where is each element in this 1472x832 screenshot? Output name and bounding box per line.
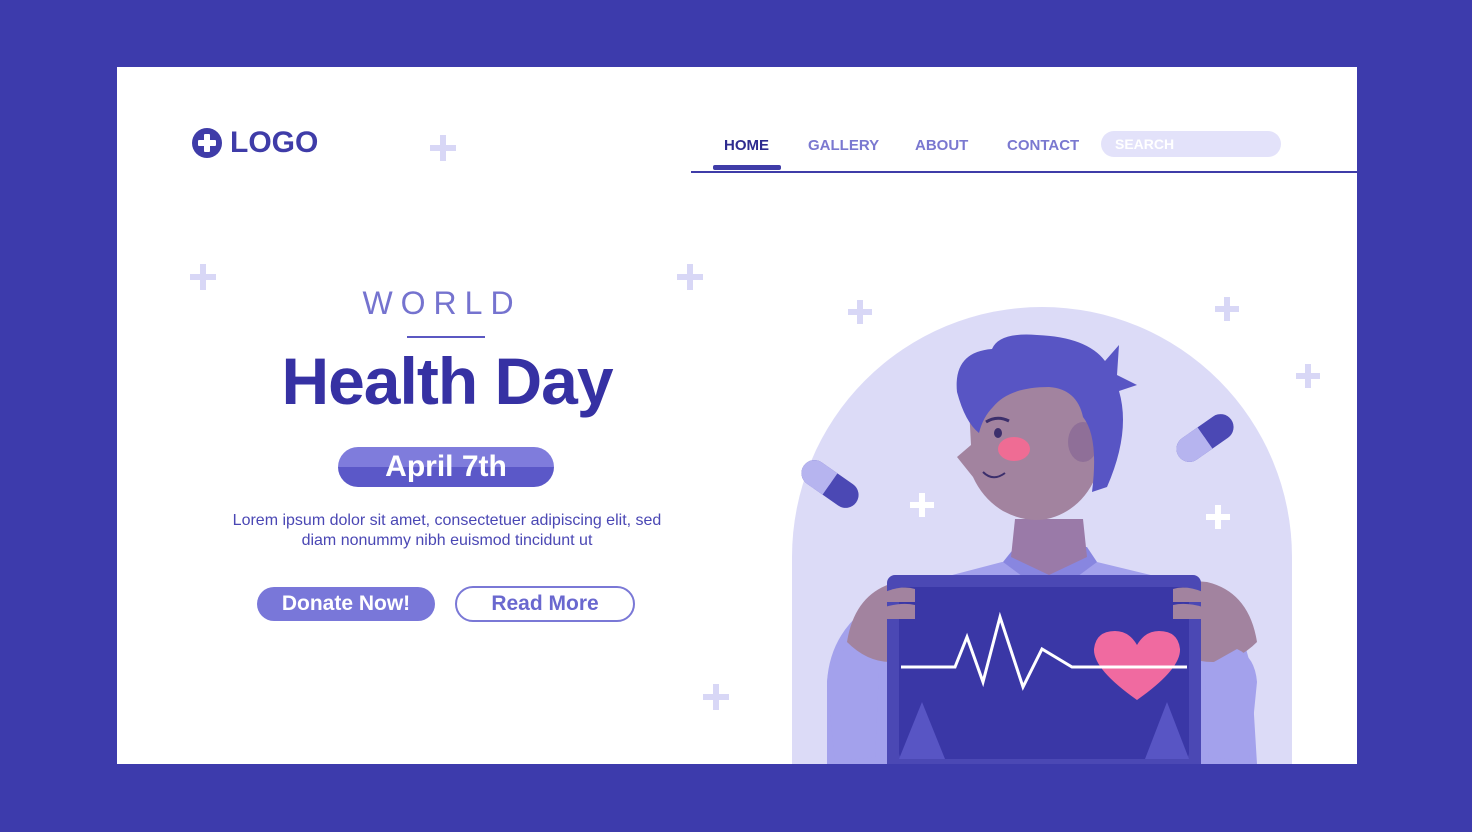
donate-button[interactable]: Donate Now! xyxy=(257,587,435,621)
hero-description: Lorem ipsum dolor sit amet, consectetuer… xyxy=(232,512,662,549)
health-illustration xyxy=(792,297,1320,764)
date-badge: April 7th xyxy=(338,447,554,487)
main-nav: HOME GALLERY ABOUT CONTACT xyxy=(691,129,1357,173)
nav-item-gallery[interactable]: GALLERY xyxy=(808,137,879,154)
logo-text: LOGO xyxy=(230,126,319,159)
search-input[interactable] xyxy=(1101,131,1281,157)
plus-icon xyxy=(848,300,872,324)
plus-icon xyxy=(677,264,703,290)
nav-item-home[interactable]: HOME xyxy=(724,137,769,154)
hero-kicker: WORLD xyxy=(362,285,522,321)
hero-title: Health Day xyxy=(281,344,613,418)
plus-icon xyxy=(190,264,216,290)
plus-icon xyxy=(1296,364,1320,388)
site-logo[interactable]: LOGO xyxy=(192,126,319,159)
plus-icon xyxy=(703,684,729,710)
plus-circle-icon xyxy=(192,128,222,158)
read-more-button[interactable]: Read More xyxy=(455,586,635,622)
nav-item-contact[interactable]: CONTACT xyxy=(1007,137,1079,154)
active-nav-indicator xyxy=(713,165,781,170)
nav-item-about[interactable]: ABOUT xyxy=(915,137,968,154)
landing-page: LOGO HOME GALLERY ABOUT CONTACT WORLD He… xyxy=(117,67,1357,764)
plus-icon xyxy=(1215,297,1239,321)
plus-icon xyxy=(430,135,456,161)
divider xyxy=(407,336,485,338)
